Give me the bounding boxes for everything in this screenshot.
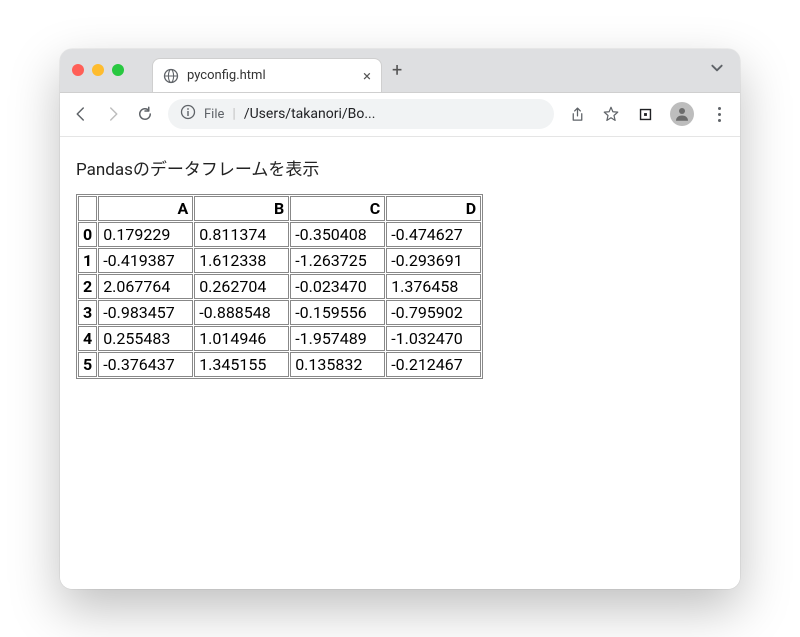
cell: 1.014946: [194, 326, 289, 351]
toolbar: File | /Users/takanori/Bo...: [60, 93, 740, 137]
cell: 0.135832: [290, 352, 385, 377]
table-row: 1 -0.419387 1.612338 -1.263725 -0.293691: [78, 248, 481, 273]
cell: -0.795902: [386, 300, 481, 325]
cell: 1.612338: [194, 248, 289, 273]
cell: 0.179229: [98, 222, 193, 247]
cell: -0.474627: [386, 222, 481, 247]
cell: 2.067764: [98, 274, 193, 299]
table-row: 4 0.255483 1.014946 -1.957489 -1.032470: [78, 326, 481, 351]
cell: -0.419387: [98, 248, 193, 273]
forward-button[interactable]: [104, 105, 122, 123]
col-header: D: [386, 196, 481, 221]
browser-tab[interactable]: pyconfig.html ×: [152, 58, 382, 92]
info-icon[interactable]: [180, 104, 196, 124]
share-icon[interactable]: [568, 105, 586, 123]
row-index: 0: [78, 222, 97, 247]
window-controls: [72, 64, 124, 76]
maximize-icon[interactable]: [112, 64, 124, 76]
cell: 0.255483: [98, 326, 193, 351]
url-scheme: File: [204, 107, 224, 122]
extensions-icon[interactable]: [636, 105, 654, 123]
cell: -1.032470: [386, 326, 481, 351]
cell: -0.376437: [98, 352, 193, 377]
browser-window: pyconfig.html × + File | /Users/takanori…: [60, 49, 740, 589]
row-index: 5: [78, 352, 97, 377]
dataframe-table: A B C D 0 0.179229 0.811374 -0.350408 -0…: [76, 194, 483, 379]
table-corner: [78, 196, 97, 221]
cell: 0.811374: [194, 222, 289, 247]
col-header: C: [290, 196, 385, 221]
menu-icon[interactable]: [710, 105, 728, 123]
close-tab-icon[interactable]: ×: [363, 67, 371, 85]
cell: -0.212467: [386, 352, 481, 377]
back-button[interactable]: [72, 105, 90, 123]
table-row: 2 2.067764 0.262704 -0.023470 1.376458: [78, 274, 481, 299]
avatar-icon[interactable]: [670, 102, 694, 126]
table-row: 3 -0.983457 -0.888548 -0.159556 -0.79590…: [78, 300, 481, 325]
cell: -0.350408: [290, 222, 385, 247]
cell: -0.983457: [98, 300, 193, 325]
table-row: 5 -0.376437 1.345155 0.135832 -0.212467: [78, 352, 481, 377]
row-index: 1: [78, 248, 97, 273]
cell: -0.023470: [290, 274, 385, 299]
cell: 1.376458: [386, 274, 481, 299]
chevron-down-icon[interactable]: [706, 61, 728, 79]
table-row: 0 0.179229 0.811374 -0.350408 -0.474627: [78, 222, 481, 247]
page-title: Pandasのデータフレームを表示: [76, 155, 724, 180]
page-content: Pandasのデータフレームを表示 A B C D 0 0.179229 0.8…: [60, 137, 740, 589]
row-index: 3: [78, 300, 97, 325]
cell: -1.957489: [290, 326, 385, 351]
titlebar: pyconfig.html × +: [60, 49, 740, 93]
toolbar-right: [568, 102, 728, 126]
divider: |: [232, 106, 235, 122]
cell: -1.263725: [290, 248, 385, 273]
minimize-icon[interactable]: [92, 64, 104, 76]
cell: -0.159556: [290, 300, 385, 325]
col-header: A: [98, 196, 193, 221]
close-icon[interactable]: [72, 64, 84, 76]
url-path: /Users/takanori/Bo...: [244, 106, 542, 122]
globe-icon: [163, 68, 179, 84]
address-bar[interactable]: File | /Users/takanori/Bo...: [168, 99, 554, 129]
cell: 0.262704: [194, 274, 289, 299]
cell: -0.888548: [194, 300, 289, 325]
cell: 1.345155: [194, 352, 289, 377]
new-tab-button[interactable]: +: [392, 60, 402, 81]
row-index: 2: [78, 274, 97, 299]
row-index: 4: [78, 326, 97, 351]
bookmark-icon[interactable]: [602, 105, 620, 123]
tab-title: pyconfig.html: [187, 68, 355, 83]
reload-button[interactable]: [136, 105, 154, 123]
col-header: B: [194, 196, 289, 221]
cell: -0.293691: [386, 248, 481, 273]
